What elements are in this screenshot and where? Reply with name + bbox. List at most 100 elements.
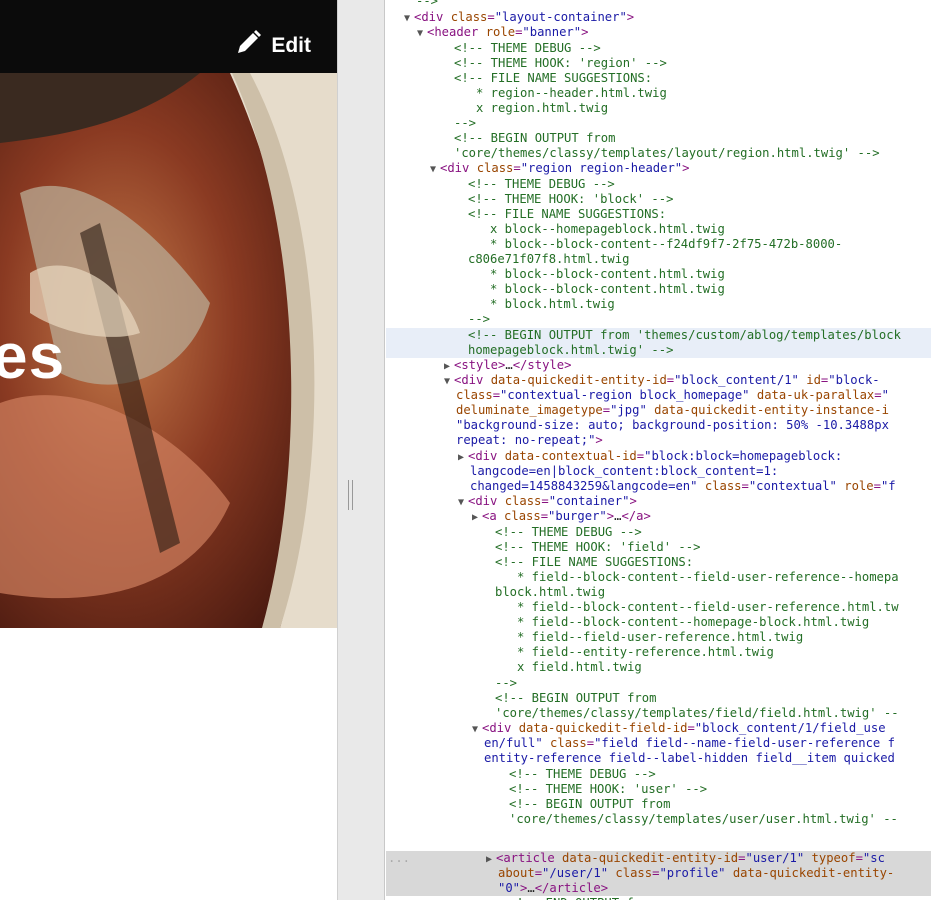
dom-tree-node[interactable]: <!-- BEGIN OUTPUT from xyxy=(386,691,656,706)
html-comment: x region.html.twig xyxy=(454,101,609,115)
html-tag: <div data-quickedit-entity-id="block_con… xyxy=(454,373,880,387)
dom-tree-node[interactable]: ▼ <div data-quickedit-entity-id="block_co… xyxy=(386,373,880,388)
dom-tree-node[interactable]: <!-- FILE NAME SUGGESTIONS: xyxy=(386,71,652,86)
expand-down-icon[interactable]: ▼ xyxy=(444,374,454,389)
dom-tree-node[interactable]: <!-- BEGIN OUTPUT from 'themes/custom/ab… xyxy=(386,328,931,343)
dom-tree-node[interactable]: <!-- FILE NAME SUGGESTIONS: xyxy=(386,207,666,222)
html-comment: --> xyxy=(468,312,491,326)
html-comment: * field--entity-reference.html.twig xyxy=(495,645,774,659)
html-tag: <article data-quickedit-entity-id="user/… xyxy=(496,851,885,865)
html-comment: * field--block-content--field-user-refer… xyxy=(495,600,899,614)
dom-tree-node[interactable]: ▼ <header role="banner"> xyxy=(386,25,588,40)
dom-tree-node[interactable]: ▶ <a class="burger">…</a> xyxy=(386,509,651,524)
dom-tree-node[interactable]: c806e71f07f8.html.twig xyxy=(386,252,629,267)
panel-splitter[interactable] xyxy=(337,0,385,900)
html-comment: 'core/themes/classy/templates/user/user.… xyxy=(509,812,898,826)
html-comment: <!-- THEME DEBUG --> xyxy=(468,177,615,191)
dom-tree-node[interactable]: <!-- THEME DEBUG --> xyxy=(386,177,615,192)
dom-tree-node[interactable]: x region.html.twig xyxy=(386,101,608,116)
dom-tree-node[interactable]: * block--block-content.html.twig xyxy=(386,282,725,297)
dom-tree-node[interactable]: x field.html.twig xyxy=(386,660,642,675)
html-tag: class="contextual-region block_homepage"… xyxy=(456,388,889,402)
dom-tree-node[interactable]: * region--header.html.twig xyxy=(386,86,667,101)
page-preview: Edit es xyxy=(0,0,337,900)
dom-tree-node[interactable]: --> xyxy=(386,0,438,9)
html-comment: * block--block-content--f24df9f7-2f75-47… xyxy=(468,237,843,251)
dom-tree-node[interactable]: * field--block-content--homepage-block.h… xyxy=(386,615,869,630)
dom-tree-node[interactable]: * field--block-content--field-user-refer… xyxy=(386,600,899,615)
dom-tree-node[interactable]: <!-- BEGIN OUTPUT from xyxy=(386,131,615,146)
dom-tree-node[interactable]: block.html.twig xyxy=(386,585,605,600)
expand-down-icon[interactable]: ▼ xyxy=(472,722,482,737)
dom-tree-node[interactable]: <!-- THEME HOOK: 'region' --> xyxy=(386,56,667,71)
dom-tree-node[interactable]: repeat: no-repeat;"> xyxy=(386,433,603,448)
dom-tree-node[interactable]: langcode=en|block_content:block_content=… xyxy=(386,464,778,479)
dom-tree-node[interactable]: "background-size: auto; background-posit… xyxy=(386,418,889,433)
expand-down-icon[interactable]: ▼ xyxy=(458,495,468,510)
html-comment: <!-- THEME HOOK: 'block' --> xyxy=(468,192,674,206)
html-tag: "0">…</article> xyxy=(498,881,609,895)
dom-tree-node[interactable]: <!-- THEME HOOK: 'user' --> xyxy=(386,782,707,797)
dom-tree-node[interactable]: <!-- THEME DEBUG --> xyxy=(386,525,642,540)
expand-down-icon[interactable]: ▼ xyxy=(404,11,414,26)
html-comment: homepageblock.html.twig' --> xyxy=(468,343,674,357)
dom-tree-node[interactable]: about="/user/1" class="profile" data-qui… xyxy=(386,866,931,881)
dom-tree-node[interactable]: entity-reference field--label-hidden fie… xyxy=(386,751,895,766)
html-comment: --> xyxy=(416,0,439,8)
dom-tree-node[interactable]: class="contextual-region block_homepage"… xyxy=(386,388,889,403)
expand-right-icon[interactable]: ▶ xyxy=(472,510,482,525)
dom-tree-node[interactable]: ▶ <article data-quickedit-entity-id="user… xyxy=(386,851,931,866)
expand-right-icon[interactable]: ▶ xyxy=(444,359,454,374)
dom-tree-node[interactable]: "0">…</article> xyxy=(386,881,931,896)
html-tag: deluminate_imagetype="jpg" data-quickedi… xyxy=(456,403,889,417)
hero-image: es xyxy=(0,73,337,628)
html-tag: langcode=en|block_content:block_content=… xyxy=(470,464,779,478)
dom-tree-node[interactable]: * block.html.twig xyxy=(386,297,615,312)
dom-tree-node[interactable]: <!-- THEME DEBUG --> xyxy=(386,767,656,782)
dom-tree-node[interactable]: changed=1458843259&langcode=en" class="c… xyxy=(386,479,896,494)
html-comment: block.html.twig xyxy=(495,585,606,599)
dom-tree-node[interactable]: --> xyxy=(386,116,476,131)
dom-tree-node[interactable]: ▶ <div data-contextual-id="block:block=ho… xyxy=(386,449,842,464)
ellipsis-menu-icon[interactable]: ... xyxy=(388,851,410,866)
dom-tree-node[interactable]: * field--block-content--field-user-refer… xyxy=(386,570,899,585)
expand-right-icon[interactable]: ▶ xyxy=(486,852,496,867)
html-comment: 'core/themes/classy/templates/layout/reg… xyxy=(454,146,880,160)
expand-down-icon[interactable]: ▼ xyxy=(430,162,440,177)
html-comment: <!-- END OUTPUT from xyxy=(509,896,656,900)
splitter-grip-icon[interactable] xyxy=(348,480,353,510)
dom-tree-node[interactable]: deluminate_imagetype="jpg" data-quickedi… xyxy=(386,403,889,418)
devtools-elements-panel: --> ▼ <div class="layout-container"> ▼ <head… xyxy=(386,0,931,900)
html-comment: <!-- FILE NAME SUGGESTIONS: xyxy=(495,555,694,569)
html-tag: <div class="container"> xyxy=(468,494,637,508)
dom-tree-node[interactable]: * block--block-content.html.twig xyxy=(386,267,725,282)
dom-tree-node[interactable]: 'core/themes/classy/templates/field/fiel… xyxy=(386,706,899,721)
dom-tree-node[interactable]: --> xyxy=(386,676,517,691)
html-comment: <!-- BEGIN OUTPUT from xyxy=(509,797,671,811)
html-tag: entity-reference field--label-hidden fie… xyxy=(484,751,895,765)
dom-tree-node[interactable]: <!-- THEME HOOK: 'block' --> xyxy=(386,192,673,207)
dom-tree-node[interactable]: <!-- FILE NAME SUGGESTIONS: xyxy=(386,555,693,570)
dom-tree-node[interactable]: en/full" class="field field--name-field-… xyxy=(386,736,895,751)
dom-tree-node[interactable]: 'core/themes/classy/templates/layout/reg… xyxy=(386,146,880,161)
dom-tree-node[interactable]: ▼ <div class="container"> xyxy=(386,494,637,509)
dom-tree-node[interactable]: <!-- END OUTPUT from xyxy=(386,896,656,900)
dom-tree-node[interactable]: ▶ <style>…</style> xyxy=(386,358,571,373)
dom-tree-node[interactable]: 'core/themes/classy/templates/user/user.… xyxy=(386,812,898,827)
dom-tree-node[interactable]: ▼ <div class="layout-container"> xyxy=(386,10,634,25)
dom-tree-node[interactable]: ▼ <div data-quickedit-field-id="block_con… xyxy=(386,721,886,736)
dom-tree-node[interactable]: x block--homepageblock.html.twig xyxy=(386,222,725,237)
dom-tree-node[interactable]: * field--entity-reference.html.twig xyxy=(386,645,774,660)
dom-tree-node[interactable]: * field--field-user-reference.html.twig xyxy=(386,630,803,645)
dom-tree-node[interactable]: * block--block-content--f24df9f7-2f75-47… xyxy=(386,237,842,252)
expand-down-icon[interactable]: ▼ xyxy=(417,26,427,41)
dom-tree-node[interactable]: --> xyxy=(386,312,490,327)
dom-tree-node[interactable]: <!-- THEME HOOK: 'field' --> xyxy=(386,540,700,555)
dom-tree-node[interactable]: ▼ <div class="region region-header"> xyxy=(386,161,690,176)
dom-tree-node[interactable]: <!-- THEME DEBUG --> xyxy=(386,41,601,56)
dom-tree-node[interactable]: homepageblock.html.twig' --> xyxy=(386,343,931,358)
edit-button[interactable]: Edit xyxy=(233,28,311,64)
expand-right-icon[interactable]: ▶ xyxy=(458,450,468,465)
dom-tree-node[interactable]: <!-- BEGIN OUTPUT from xyxy=(386,797,670,812)
html-tag: <div data-quickedit-field-id="block_cont… xyxy=(482,721,886,735)
